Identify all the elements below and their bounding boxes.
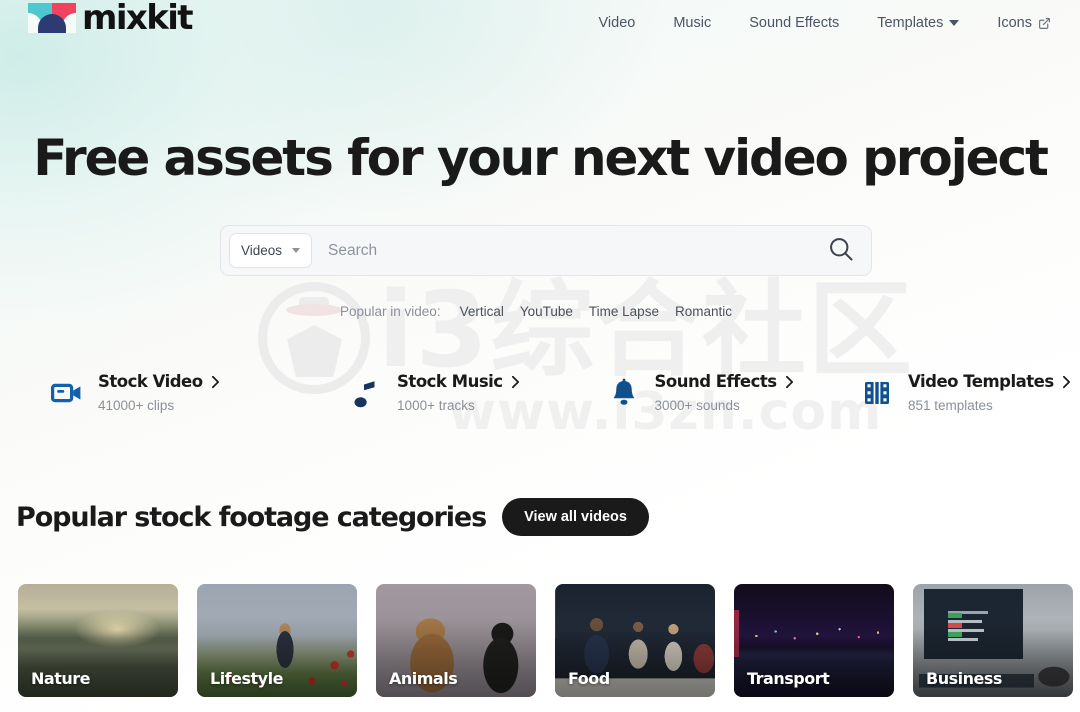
category-card-animals[interactable]: Animals — [376, 584, 536, 697]
category-card-label: Lifestyle — [210, 669, 283, 688]
shortcut-subtitle: 851 templates — [908, 397, 993, 413]
shortcut-subtitle: 3000+ sounds — [654, 397, 740, 413]
popular-tag-youtube[interactable]: YouTube — [512, 304, 581, 319]
nav-item-music[interactable]: Music — [654, 15, 730, 31]
brand-name: mixkit — [82, 0, 194, 38]
external-link-icon — [1038, 17, 1051, 30]
bell-icon — [607, 371, 641, 415]
category-card-label: Nature — [31, 669, 90, 688]
shortcut-subtitle: 1000+ tracks — [397, 397, 475, 413]
nav-item-label: Video — [598, 15, 636, 31]
category-card-grid: Nature Lifestyle Animals Food Transport … — [18, 584, 1074, 697]
search-bar: Videos — [220, 225, 872, 276]
shortcut-title: Stock Music — [397, 372, 503, 391]
chevron-down-icon — [949, 20, 960, 26]
search-input[interactable] — [312, 241, 821, 260]
shortcut-title: Video Templates — [908, 372, 1054, 391]
nav-item-label: Music — [673, 15, 712, 31]
hero-title: Free assets for your next video project — [33, 129, 1049, 187]
search-icon — [827, 235, 855, 266]
nav-item-sound-effects[interactable]: Sound Effects — [730, 15, 858, 31]
search-type-label: Videos — [241, 243, 283, 258]
nav-item-icons[interactable]: Icons — [978, 15, 1070, 31]
site-header: mixkit Video Music Sound Effects Templat… — [0, 0, 1080, 46]
music-note-icon — [349, 371, 383, 415]
popular-tag-romantic[interactable]: Romantic — [667, 304, 740, 319]
chevron-right-icon — [210, 375, 221, 389]
category-card-label: Transport — [747, 669, 830, 688]
chevron-right-icon — [1061, 375, 1072, 389]
category-card-label: Business — [926, 669, 1002, 688]
popular-tag-time-lapse[interactable]: Time Lapse — [581, 304, 667, 319]
category-card-business[interactable]: Business — [913, 584, 1073, 697]
category-card-food[interactable]: Food — [555, 584, 715, 697]
shortcut-video-templates[interactable]: Video Templates 851 templates — [860, 371, 1070, 415]
film-strip-icon — [860, 371, 894, 415]
popular-searches: Popular in video: Vertical YouTube Time … — [0, 304, 1080, 319]
nav-item-label: Sound Effects — [749, 15, 840, 31]
category-card-nature[interactable]: Nature — [18, 584, 178, 697]
nav-item-label: Icons — [997, 15, 1032, 31]
view-all-videos-button[interactable]: View all videos — [502, 498, 649, 536]
section-header: Popular stock footage categories View al… — [16, 498, 649, 536]
main-navigation: Video Music Sound Effects Templates Icon… — [580, 0, 1071, 46]
shortcut-stock-music[interactable]: Stock Music 1000+ tracks — [349, 371, 606, 415]
watermark-chinese-text: i3综合社区 — [378, 269, 915, 391]
shortcut-subtitle: 41000+ clips — [98, 397, 175, 413]
category-card-transport[interactable]: Transport — [734, 584, 894, 697]
popular-tag-vertical[interactable]: Vertical — [452, 304, 512, 319]
shortcut-stock-video[interactable]: Stock Video 41000+ clips — [50, 371, 349, 415]
category-card-lifestyle[interactable]: Lifestyle — [197, 584, 357, 697]
section-title: Popular stock footage categories — [16, 501, 487, 533]
chevron-right-icon — [784, 375, 795, 389]
category-card-label: Animals — [389, 669, 458, 688]
popular-label: Popular in video: — [340, 304, 441, 319]
page-root: i3综合社区 www.i3zh.com mixkit Video Music S… — [0, 0, 1080, 712]
search-submit-button[interactable] — [821, 231, 861, 271]
brand-logo[interactable]: mixkit — [28, 0, 194, 38]
category-card-label: Food — [568, 669, 610, 688]
category-shortcuts: Stock Video 41000+ clips Stock Music 100… — [50, 371, 1070, 415]
search-type-select[interactable]: Videos — [229, 233, 313, 268]
shortcut-title: Sound Effects — [654, 372, 778, 391]
video-camera-icon — [50, 371, 84, 415]
chevron-right-icon — [510, 375, 521, 389]
chevron-down-icon — [292, 248, 301, 253]
nav-item-label: Templates — [877, 15, 944, 31]
nav-item-video[interactable]: Video — [580, 15, 655, 31]
shortcut-title: Stock Video — [98, 372, 203, 391]
nav-item-templates[interactable]: Templates — [858, 15, 978, 31]
shortcut-sound-effects[interactable]: Sound Effects 3000+ sounds — [607, 371, 861, 415]
mixkit-logo-icon — [28, 3, 76, 33]
